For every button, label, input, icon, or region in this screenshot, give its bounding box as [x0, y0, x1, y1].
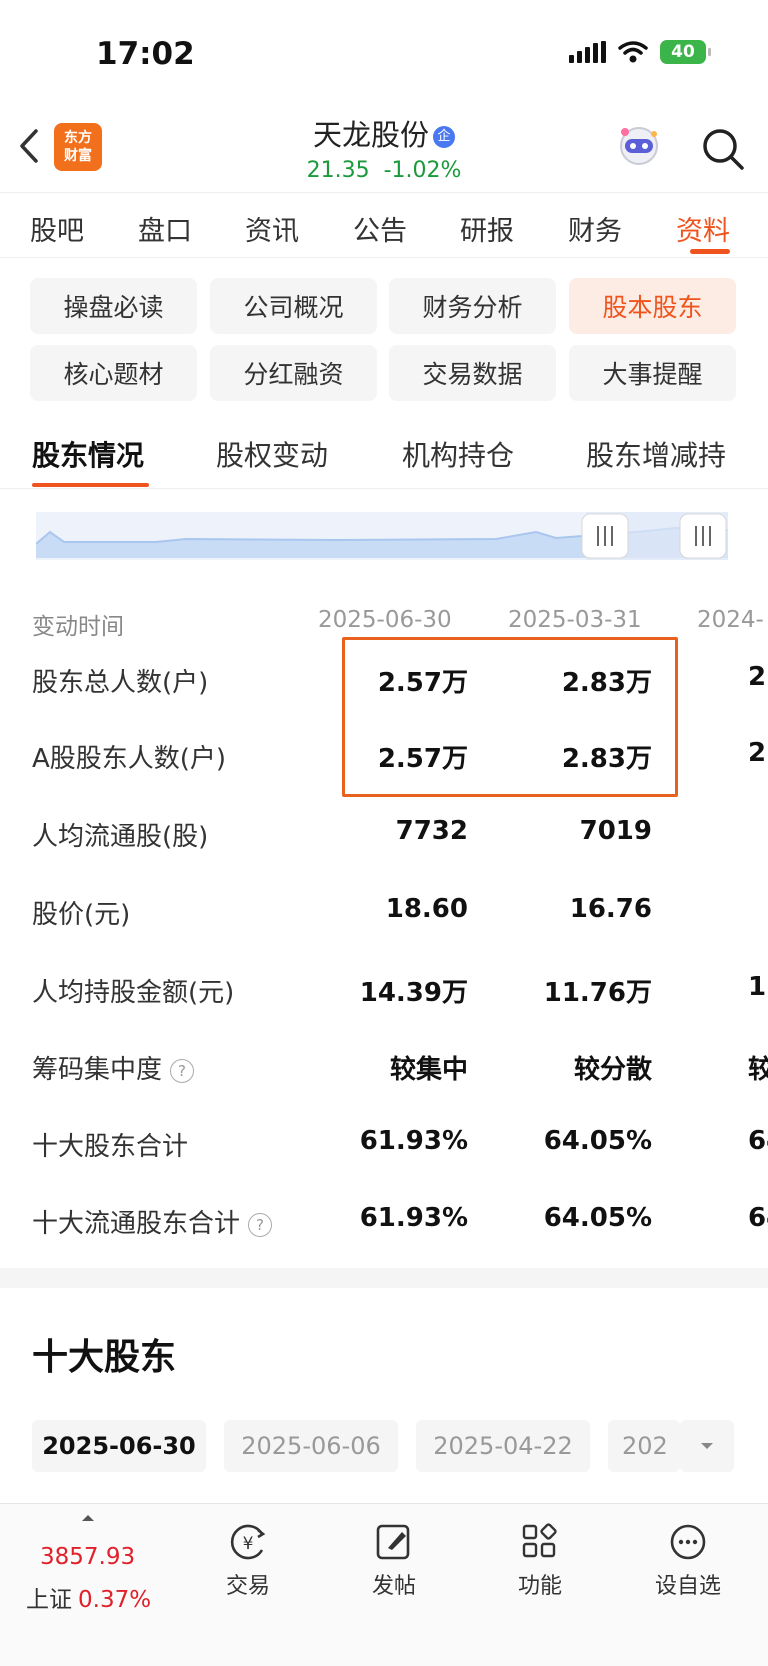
- date-chip-4[interactable]: 202: [608, 1420, 680, 1472]
- highlight-box: [342, 637, 678, 797]
- stock-price: 21.35: [306, 158, 370, 183]
- expand-up-icon[interactable]: [81, 1514, 95, 1522]
- subtab-equity-changes[interactable]: 股权变动: [216, 434, 328, 474]
- stock-name: 天龙股份: [312, 118, 429, 152]
- search-icon[interactable]: [700, 126, 746, 172]
- chip-core-themes[interactable]: 核心题材: [30, 345, 197, 401]
- row-label: 筹码集中度: [32, 1055, 163, 1085]
- more-circle-icon: [670, 1524, 706, 1560]
- row-label: 股东总人数(户): [32, 668, 209, 698]
- nav-label: 交易: [225, 1574, 270, 1599]
- nav-post[interactable]: 发帖: [334, 1522, 454, 1600]
- row-label: 十大流通股东合计: [32, 1209, 241, 1239]
- chip-trading-data[interactable]: 交易数据: [389, 345, 556, 401]
- row-value-3: 64: [748, 1203, 768, 1233]
- subtab-institutions[interactable]: 机构持仓: [402, 434, 514, 474]
- range-handle-left[interactable]: [581, 513, 629, 559]
- section-title: 十大股东: [32, 1337, 177, 1378]
- chip-share-capital[interactable]: 股本股东: [569, 278, 736, 334]
- battery-icon: 40: [660, 40, 711, 64]
- help-circle-icon[interactable]: ?: [248, 1212, 273, 1237]
- tab-pankou[interactable]: 盘口: [138, 209, 192, 248]
- row-label: 十大股东合计: [32, 1132, 189, 1162]
- tab-finance[interactable]: 财务: [568, 209, 622, 248]
- row-value-3: 11: [748, 972, 768, 1002]
- tab-guba[interactable]: 股吧: [30, 209, 84, 248]
- row-value-1: 61.93%: [359, 1203, 468, 1233]
- help-circle-icon[interactable]: ?: [170, 1058, 195, 1083]
- row-value-2: 11.76万: [543, 978, 652, 1008]
- row-value-3: 2: [748, 738, 767, 768]
- row-value-3: 较: [748, 1055, 768, 1085]
- nav-trade[interactable]: ¥ 交易: [188, 1522, 308, 1600]
- row-value-1: 61.93%: [359, 1126, 468, 1156]
- row-label-with-help: 十大流通股东合计?: [32, 1203, 273, 1240]
- nav-add-watchlist[interactable]: 设自选: [628, 1522, 748, 1600]
- tab-research[interactable]: 研报: [460, 209, 514, 248]
- subtab-divider: [0, 488, 768, 489]
- edit-post-icon: [376, 1524, 410, 1560]
- row-value-1: 18.60: [385, 894, 468, 924]
- stock-change: -1.02%: [383, 158, 462, 183]
- row-value-2: 7019: [579, 816, 652, 846]
- table-date-2[interactable]: 2025-03-31: [508, 607, 642, 633]
- range-slider-chart[interactable]: [36, 512, 728, 560]
- wifi-icon: [618, 41, 648, 63]
- svg-text:¥: ¥: [243, 1534, 254, 1554]
- nav-label: 发帖: [371, 1574, 416, 1599]
- nav-label: 设自选: [654, 1574, 721, 1599]
- row-value-3: 2: [748, 662, 767, 692]
- chip-dividends[interactable]: 分红融资: [210, 345, 377, 401]
- index-name-line: 上证 0.37%: [26, 1580, 151, 1614]
- chip-trading-guide[interactable]: 操盘必读: [30, 278, 197, 334]
- date-dropdown-button[interactable]: [680, 1420, 734, 1472]
- enterprise-badge: 企: [433, 126, 455, 148]
- table-date-1[interactable]: 2025-06-30: [318, 607, 452, 633]
- bottom-bar: 3857.93 上证 0.37% ¥ 交易 发帖 功能 设自选: [0, 1503, 768, 1666]
- row-label: 人均流通股(股): [32, 822, 209, 852]
- row-value-1: 7732: [395, 816, 468, 846]
- active-tab-indicator: [690, 249, 730, 254]
- date-chip-1[interactable]: 2025-06-30: [32, 1420, 206, 1472]
- subtab-holding-changes[interactable]: 股东增减持: [586, 434, 726, 474]
- row-value-1: 较集中: [389, 1055, 468, 1085]
- chip-financial-analysis[interactable]: 财务分析: [389, 278, 556, 334]
- date-chip-2[interactable]: 2025-06-06: [224, 1420, 398, 1472]
- chip-events[interactable]: 大事提醒: [569, 345, 736, 401]
- subtab-shareholders[interactable]: 股东情况: [32, 434, 144, 474]
- range-handle-right[interactable]: [679, 513, 727, 559]
- row-label: A股股东人数(户): [32, 744, 227, 774]
- row-value-1: 14.39万: [359, 978, 468, 1008]
- row-label: 股价(元): [32, 900, 131, 930]
- chip-company-overview[interactable]: 公司概况: [210, 278, 377, 334]
- index-value: 3857.93: [40, 1544, 136, 1570]
- apps-grid-icon: [522, 1523, 557, 1558]
- nav-label: 功能: [517, 1574, 562, 1599]
- index-change: 0.37%: [78, 1587, 152, 1613]
- active-subtab-indicator: [32, 483, 149, 487]
- robot-avatar-icon[interactable]: [614, 124, 664, 170]
- row-value-2: 较分散: [573, 1055, 652, 1085]
- tab-profile[interactable]: 资料: [676, 209, 730, 248]
- section-gap: [0, 1268, 768, 1288]
- row-value-2: 64.05%: [543, 1126, 652, 1156]
- row-value-2: 16.76: [569, 894, 652, 924]
- status-time: 17:02: [96, 36, 195, 72]
- row-label-with-help: 筹码集中度?: [32, 1049, 195, 1086]
- date-chip-3[interactable]: 2025-04-22: [416, 1420, 590, 1472]
- chevron-down-icon: [701, 1443, 713, 1449]
- index-name: 上证: [26, 1587, 72, 1613]
- row-label: 人均持股金额(元): [32, 978, 235, 1008]
- tab-news[interactable]: 资讯: [245, 209, 299, 248]
- row-value-2: 64.05%: [543, 1203, 652, 1233]
- table-date-3[interactable]: 2024-: [697, 607, 764, 633]
- tab-announcements[interactable]: 公告: [353, 209, 407, 248]
- nav-functions[interactable]: 功能: [480, 1522, 600, 1600]
- trade-yen-icon: ¥: [230, 1524, 266, 1560]
- row-value-3: 64: [748, 1126, 768, 1156]
- table-header-label: 变动时间: [32, 614, 124, 640]
- main-tabs: 股吧 盘口 资讯 公告 研报 财务 资料: [0, 192, 768, 258]
- cellular-signal-icon: [569, 41, 606, 63]
- status-icons: 40: [569, 40, 711, 64]
